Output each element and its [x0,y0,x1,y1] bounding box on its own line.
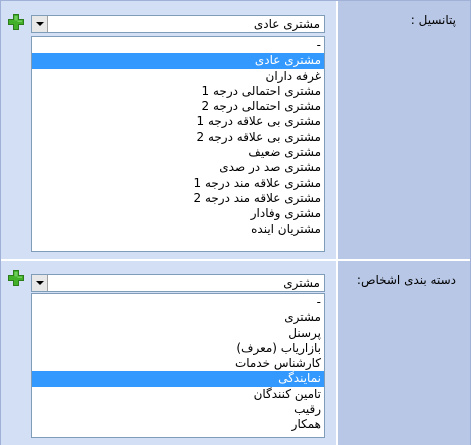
potential-select[interactable]: مشتری عادی [31,15,325,33]
chevron-down-icon [36,22,44,26]
person-category-label-cell: دسته بندی اشخاص: [338,261,470,445]
list-item[interactable]: مشتری علاقه مند درجه 2 [32,191,324,206]
list-item[interactable]: مشتری [32,310,324,325]
contact-form: مشتری عادی - مشتری عادی غرفه داران مشتری… [0,0,471,445]
list-item-selected[interactable]: مشتری عادی [32,53,324,69]
person-category-row: مشتری - مشتری پرسنل بازاریاب (معرف) کارش… [1,261,470,445]
list-item[interactable]: غرفه داران [32,69,324,84]
list-item[interactable]: مشتری صد در صدی [32,160,324,175]
potential-label-cell: پتانسیل : [338,1,470,259]
list-item[interactable]: کارشناس خدمات [32,356,324,371]
potential-selected-value: مشتری عادی [253,17,320,31]
potential-row: مشتری عادی - مشتری عادی غرفه داران مشتری… [1,1,470,259]
person-category-field-cell: مشتری - مشتری پرسنل بازاریاب (معرف) کارش… [1,261,338,445]
person-category-selected-value: مشتری [283,276,320,290]
list-item[interactable]: مشتری ضعیف [32,145,324,160]
plus-icon [8,14,24,30]
list-item[interactable]: مشتری بی علاقه درجه 2 [32,130,324,145]
chevron-down-icon [36,281,44,285]
person-category-label: دسته بندی اشخاص: [356,273,456,287]
list-item[interactable]: مشتری وفادار [32,206,324,221]
person-category-options-list[interactable]: - مشتری پرسنل بازاریاب (معرف) کارشناس خد… [31,293,325,438]
potential-field-cell: مشتری عادی - مشتری عادی غرفه داران مشتری… [1,1,338,259]
list-item[interactable]: - [32,295,324,310]
list-item[interactable]: پرسنل [32,326,324,341]
list-item[interactable]: بازاریاب (معرف) [32,341,324,356]
list-item[interactable]: همکار [32,417,324,432]
plus-icon [8,270,24,286]
person-category-dropdown-button[interactable] [32,275,48,291]
potential-dropdown-button[interactable] [32,16,48,32]
person-category-select[interactable]: مشتری [31,274,325,292]
list-item[interactable]: رقیب [32,402,324,417]
list-item[interactable]: - [32,38,324,53]
list-item[interactable]: تامین کنندگان [32,387,324,402]
add-potential-button[interactable] [7,13,25,31]
list-item[interactable]: مشتری احتمالی درجه 2 [32,99,324,114]
list-item[interactable]: مشتری احتمالی درجه 1 [32,84,324,99]
list-item-selected[interactable]: نمایندگی [32,371,324,387]
list-item[interactable]: مشتری علاقه مند درجه 1 [32,176,324,191]
potential-label: پتانسیل : [410,13,456,27]
potential-options-list[interactable]: - مشتری عادی غرفه داران مشتری احتمالی در… [31,36,325,252]
list-item[interactable]: مشتری بی علاقه درجه 1 [32,114,324,129]
add-person-category-button[interactable] [7,269,25,287]
list-item[interactable]: مشتریان اینده [32,222,324,237]
